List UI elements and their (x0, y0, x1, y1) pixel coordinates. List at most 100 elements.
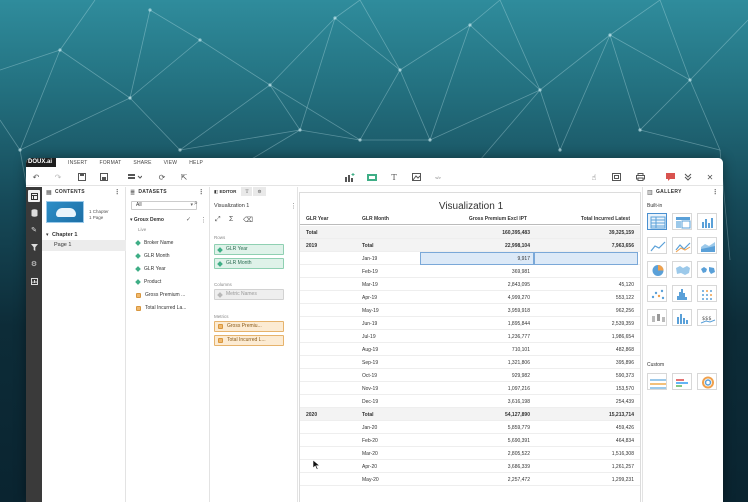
touch-icon[interactable]: ☝ (588, 171, 600, 183)
filter-panel-icon[interactable] (28, 241, 40, 253)
header-total-incurred[interactable]: Total Incurred Latest (581, 216, 630, 222)
menu-share[interactable]: SHARE (133, 160, 151, 166)
chapter-expand-icon[interactable]: ▾ (46, 232, 49, 238)
gallery-tile-dot-matrix[interactable] (697, 285, 717, 302)
measure-pill-total-incurred[interactable]: Total Incurred L... (214, 335, 284, 346)
tab-text-format[interactable]: T (241, 187, 254, 196)
row-pill-glr-month[interactable]: GLR Month (214, 258, 284, 269)
redo-icon[interactable]: ↷ (52, 171, 64, 183)
chapter-thumbnail[interactable] (46, 201, 84, 223)
table-row[interactable]: Nov-19 1,097,216 153,570 (300, 382, 640, 395)
selected-cell[interactable] (534, 252, 638, 265)
viz-name-field[interactable]: Visualization 1 (214, 203, 249, 209)
measure-total-incurred[interactable]: Total Incurred La... (136, 305, 186, 311)
table-row[interactable]: Feb-20 5,690,391 464,834 (300, 434, 640, 447)
field-glr-month[interactable]: GLR Month (135, 253, 170, 259)
header-glr-year[interactable]: GLR Year (306, 216, 328, 222)
close-icon[interactable]: ✕ (704, 171, 716, 183)
table-row[interactable]: Jan-20 5,859,779 459,426 (300, 421, 640, 434)
comment-icon[interactable] (664, 171, 676, 183)
row-pill-glr-year[interactable]: GLR Year (214, 244, 284, 255)
column-pill-metric-names[interactable]: Metric Names (214, 289, 284, 300)
gallery-tile-scatter-chart[interactable] (647, 285, 667, 302)
table-row[interactable]: 2020 Total 54,127,890 15,213,714 (300, 408, 640, 421)
datasets-more-icon[interactable]: ⋮ (198, 188, 205, 196)
field-broker-name[interactable]: Broker Name (135, 240, 173, 246)
table-row[interactable]: Apr-19 4,999,270 553,122 (300, 291, 640, 304)
save-as-icon[interactable] (98, 171, 110, 183)
menu-help[interactable]: HELP (189, 160, 203, 166)
search-icon[interactable]: ⌕ (194, 200, 198, 208)
refresh-icon[interactable]: ⟳ (156, 171, 168, 183)
menu-insert[interactable]: INSERT (68, 160, 87, 166)
fit-screen-icon[interactable] (610, 171, 622, 183)
table-row[interactable]: Jan-19 9,917 (300, 252, 640, 265)
table-row[interactable]: Dec-19 3,616,198 254,439 (300, 395, 640, 408)
dataset-check-icon[interactable]: ✓ (186, 216, 191, 223)
gallery-tile-pivot-chart[interactable] (672, 213, 692, 230)
dataset-filter-select[interactable]: All ▾ (131, 201, 197, 210)
table-row[interactable]: Mar-20 2,805,522 1,516,308 (300, 447, 640, 460)
measure-pill-gross-premium[interactable]: Gross Premiu... (214, 321, 284, 332)
measure-gross-premium[interactable]: Gross Premium ... (136, 292, 185, 298)
dataset-groux-demo[interactable]: ▾ Groux Demo (130, 217, 164, 223)
table-row[interactable]: Total 160,395,483 39,325,159 (300, 226, 640, 239)
layers-dropdown-icon[interactable] (126, 171, 144, 183)
custom-chart-1[interactable] (647, 373, 667, 390)
gallery-tile-line-chart[interactable] (647, 237, 667, 254)
custom-chart-3[interactable] (697, 373, 717, 390)
dataset-more-icon[interactable]: ⋮ (200, 216, 207, 224)
gallery-tile-world-map[interactable] (697, 261, 717, 278)
header-glr-month[interactable]: GLR Month (362, 216, 389, 222)
export-icon[interactable]: ⇱ (178, 171, 190, 183)
contents-more-icon[interactable]: ⋮ (114, 188, 121, 196)
viz-more-icon[interactable]: ⋮ (290, 202, 297, 210)
table-row[interactable]: May-19 3,959,918 962,256 (300, 304, 640, 317)
menu-format[interactable]: FORMAT (99, 160, 121, 166)
swap-axes-icon[interactable]: ⤢ (215, 216, 221, 224)
table-row[interactable]: May-20 2,257,472 1,299,231 (300, 473, 640, 486)
add-image-icon[interactable] (410, 171, 422, 183)
collapse-icon[interactable] (682, 171, 694, 183)
editor-panel-icon[interactable]: ✎ (28, 224, 40, 236)
undo-icon[interactable]: ↶ (30, 171, 42, 183)
gallery-more-icon[interactable]: ⋮ (712, 188, 719, 196)
field-glr-year[interactable]: GLR Year (135, 266, 166, 272)
field-product[interactable]: Product (135, 279, 161, 285)
gallery-tile-histogram[interactable] (672, 285, 692, 302)
menu-view[interactable]: VIEW (164, 160, 178, 166)
eraser-icon[interactable]: ⌫ (243, 216, 253, 224)
tab-settings[interactable]: ⚙ (253, 187, 267, 196)
table-row[interactable]: 2019 Total 22,998,104 7,963,656 (300, 239, 640, 252)
save-icon[interactable] (76, 171, 88, 183)
header-gross-premium[interactable]: Gross Premium Excl IPT (469, 216, 527, 222)
table-row[interactable]: Jun-19 1,895,844 2,539,359 (300, 317, 640, 330)
table-row[interactable]: Mar-19 2,843,095 45,120 (300, 278, 640, 291)
datasets-panel-icon[interactable] (28, 207, 40, 219)
table-row[interactable]: Oct-19 929,982 590,373 (300, 369, 640, 382)
add-kpi-icon[interactable] (366, 171, 378, 183)
table-row[interactable]: Apr-20 3,686,339 1,261,257 (300, 460, 640, 473)
contents-panel-icon[interactable] (28, 190, 40, 202)
custom-chart-2[interactable] (672, 373, 692, 390)
print-icon[interactable] (634, 171, 646, 183)
analytics-panel-icon[interactable] (28, 275, 40, 287)
tab-editor[interactable]: ◧ EDITOR (210, 187, 242, 196)
gallery-tile-bar-chart[interactable] (672, 309, 692, 326)
gallery-tile-pie-chart[interactable] (647, 261, 667, 278)
gallery-tile-table-chart[interactable] (647, 213, 667, 230)
add-chart-icon[interactable] (344, 171, 356, 183)
table-row[interactable]: Jul-19 1,236,777 1,986,654 (300, 330, 640, 343)
gallery-tile-column-chart[interactable] (697, 213, 717, 230)
gallery-tile-stacked-area[interactable] (697, 237, 717, 254)
gallery-tile-kpi-chart[interactable]: $$$ (697, 309, 717, 326)
table-row[interactable]: Aug-19 710,101 482,868 (300, 343, 640, 356)
gallery-tile-area-line-chart[interactable] (672, 237, 692, 254)
sum-icon[interactable]: Σ (229, 216, 233, 223)
table-row[interactable]: Feb-19 369,981 (300, 265, 640, 278)
add-html-icon[interactable]: </> (432, 171, 444, 183)
gallery-tile-map-chart[interactable] (672, 261, 692, 278)
visualization-canvas[interactable]: Visualization 1 GLR Year GLR Month Gross… (299, 192, 641, 502)
table-row[interactable]: Sep-19 1,321,806 395,896 (300, 356, 640, 369)
gallery-tile-box-plot[interactable] (647, 309, 667, 326)
